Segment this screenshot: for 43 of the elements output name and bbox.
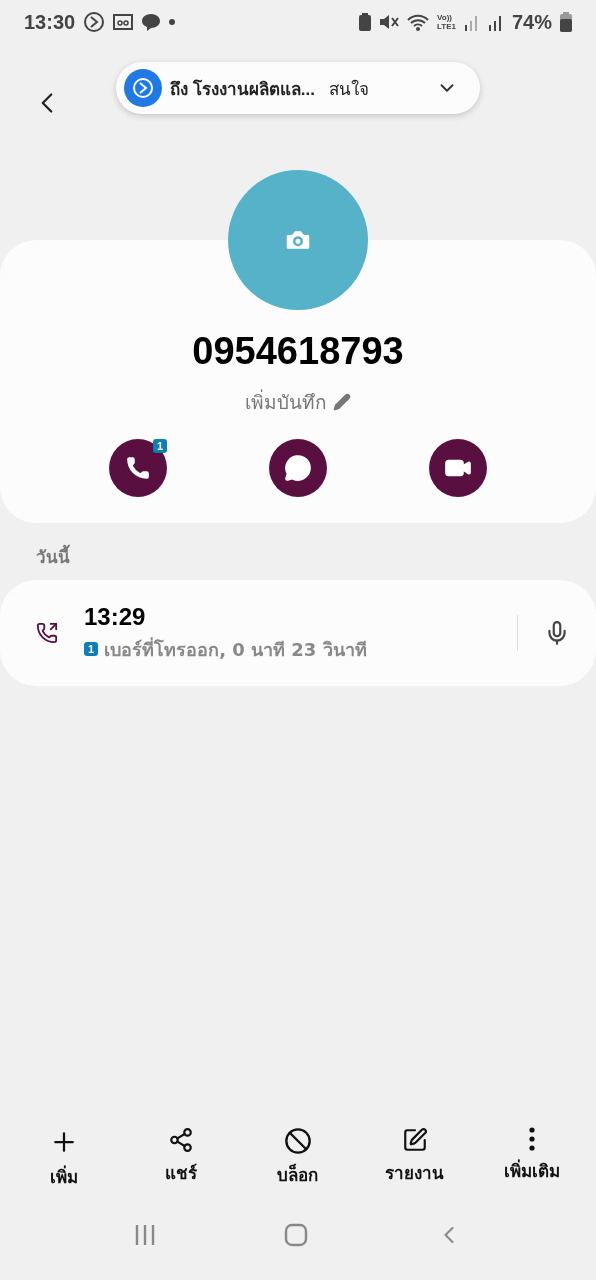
battery-saver-icon [359,13,371,31]
share-icon [168,1127,195,1153]
outgoing-call-icon [36,622,58,644]
more-icon [528,1127,535,1151]
battery-level: 74% [511,10,552,34]
wifi-icon [407,13,429,31]
block-icon [284,1127,312,1155]
phone-icon [125,455,151,481]
notification-pill[interactable]: ถึง โรงงานผลิตแล... สนใจ [116,62,480,114]
pencil-square-icon [401,1127,428,1153]
battery-icon [560,12,572,32]
message-button[interactable] [269,439,327,497]
call-description: เบอร์ที่โทรออก, 0 นาที 23 วินาที [104,636,367,662]
toolbar-button[interactable]: บล็อก [243,1127,353,1190]
play-icon [83,11,106,33]
pencil-icon [333,393,351,411]
call-log-item[interactable]: 13:29 1 เบอร์ที่โทรออก, 0 นาที 23 วินาที [0,580,596,686]
notification-title: ถึง โรงงานผลิตแล... [170,78,315,101]
sim-badge: 1 [84,642,99,656]
home-button[interactable] [284,1223,308,1247]
signal-icon [463,13,480,31]
toolbar-button[interactable]: รายงาน [359,1127,470,1190]
mute-icon [379,13,399,31]
notification-action: สนใจ [328,77,369,101]
dot-icon [169,19,176,25]
section-heading: วันนี้ [0,523,596,580]
chat-bubble-icon [141,12,162,32]
toolbar-button[interactable]: เพิ่ม [9,1127,120,1190]
speech-bubble-icon [284,454,312,482]
call-time: 13:29 [84,602,147,631]
signal-icon [487,13,504,31]
app-icon [124,69,162,107]
status-time: 13:30 [24,10,76,34]
phone-number: 0954618793 [192,330,404,373]
sim-badge: 1 [152,439,167,453]
voicemail-icon [113,13,134,31]
call-button[interactable]: 1 [109,439,167,497]
add-note-link[interactable]: เพิ่มบันทึก [245,387,327,417]
network-label: Vo)) LTE1 [437,13,456,31]
home-icon [284,1223,308,1247]
toolbar-button[interactable]: เพิ่มเติม [476,1127,587,1190]
video-call-button[interactable] [429,439,487,497]
toolbar-button[interactable]: แชร์ [126,1127,237,1190]
